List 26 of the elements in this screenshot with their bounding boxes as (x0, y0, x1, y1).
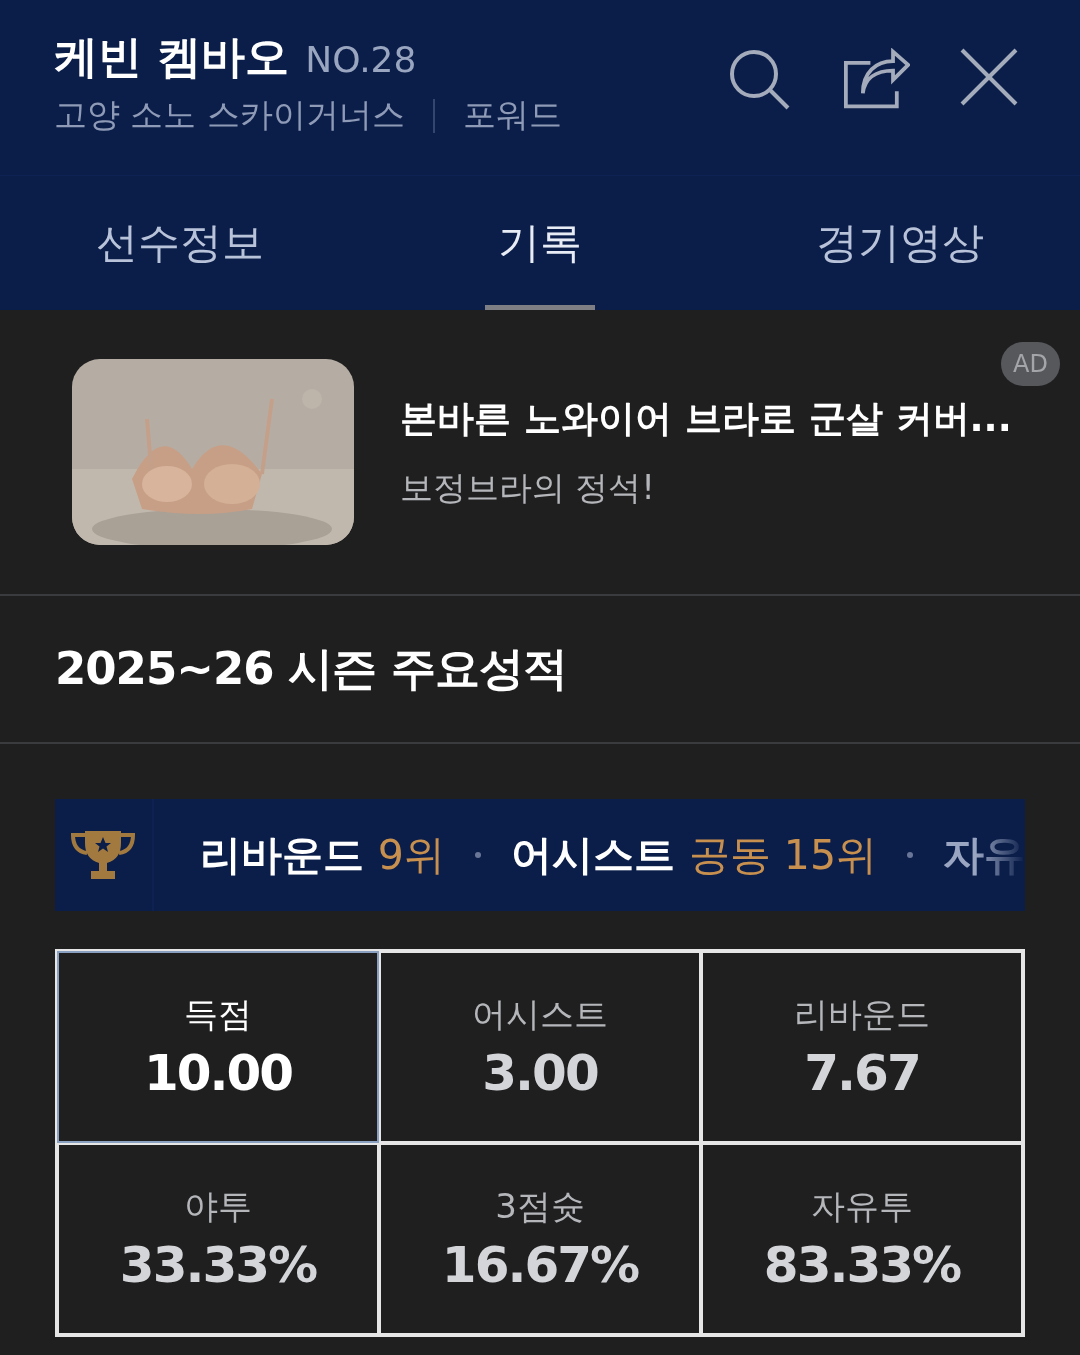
stat-cell[interactable]: 3점슛 16.67% (379, 1143, 701, 1335)
stat-cell[interactable]: 어시스트 3.00 (379, 951, 701, 1143)
tab[interactable]: 선수정보 (0, 176, 360, 310)
section-title: 2025~26 시즌 주요성적 (55, 641, 567, 697)
trophy-icon (69, 829, 138, 881)
stat-cell[interactable]: 득점 10.00 (57, 951, 379, 1143)
ranking-value: 공동 15위 (688, 829, 877, 881)
tab[interactable]: 경기영상 (720, 176, 1080, 310)
ad-title[interactable]: 본바른 노와이어 브라로 군살 커버... (400, 393, 1012, 444)
ad-badge: AD (1001, 342, 1060, 386)
ranking-label: 자유 (943, 829, 1025, 881)
stat-cell[interactable]: 자유투 83.33% (701, 1143, 1023, 1335)
ranking-label: 어시스트 (510, 829, 675, 881)
ad-subtitle: 보정브라의 정석! (400, 466, 656, 509)
jersey-number: NO.28 (305, 39, 417, 80)
share-icon (844, 48, 910, 110)
ranking-value: 9위 (377, 829, 445, 881)
team-name: 고양 소노 스카이거너스 (54, 94, 405, 136)
ranking-label: 리바운드 (199, 829, 364, 881)
tab[interactable]: 기록 (360, 176, 720, 310)
position-text: 포워드 (463, 94, 562, 136)
player-name: 케빈 켐바오 (54, 30, 290, 84)
search-icon (728, 48, 790, 110)
stat-cell[interactable]: 야투 33.33% (57, 1143, 379, 1335)
close-icon (960, 48, 1018, 106)
stat-cell[interactable]: 리바운드 7.67 (701, 951, 1023, 1143)
